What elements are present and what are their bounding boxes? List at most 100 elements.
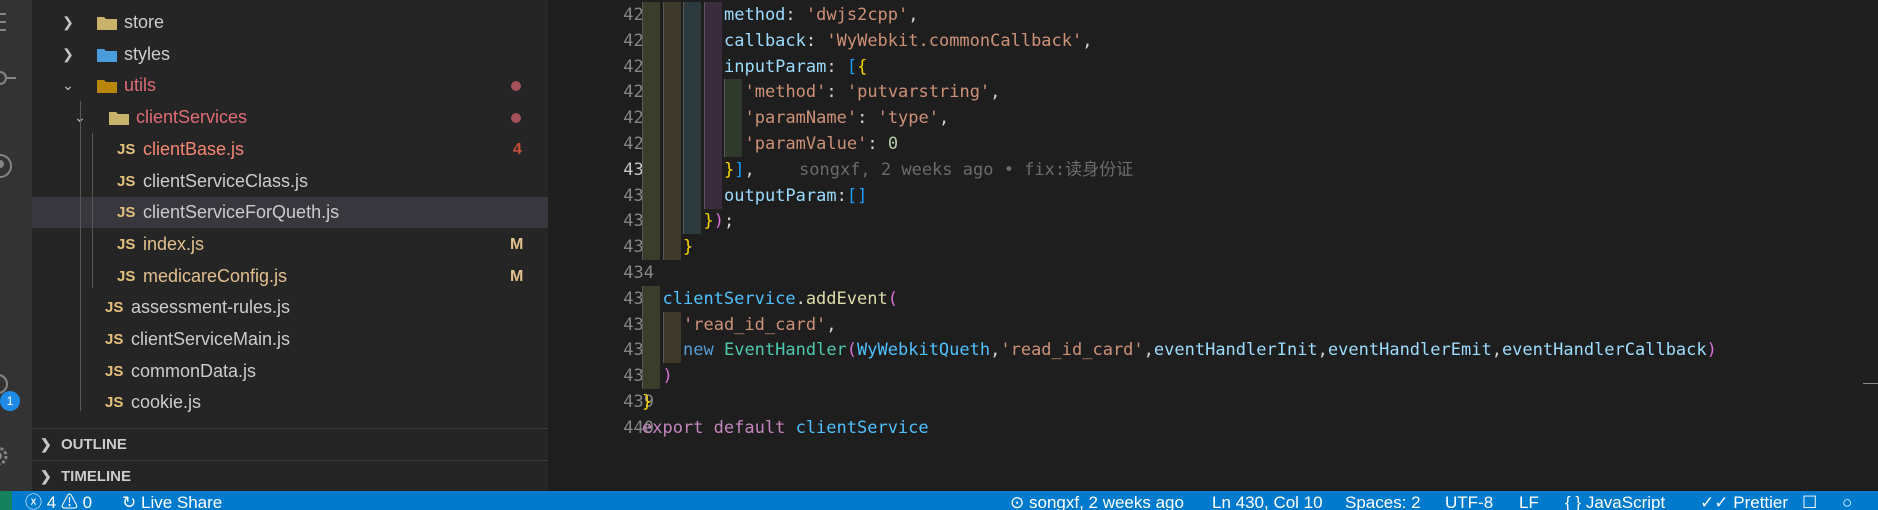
bell-icon[interactable]: ○ — [1842, 491, 1852, 510]
tree-item[interactable]: JS medicareConfig.js M — [32, 261, 548, 292]
chevron-down-icon: ⌄ — [62, 77, 74, 94]
inline-git-blame: songxf, 2 weeks ago • fix:读身份证 — [799, 159, 1134, 180]
tree-item[interactable]: JS assessment-rules.js — [32, 292, 548, 323]
indent-guide — [642, 79, 660, 106]
code-line[interactable]: 428'paramName': 'type', — [548, 105, 1878, 132]
code-content: ) — [663, 363, 673, 389]
formatter-status[interactable]: ✓✓ Prettier — [1700, 491, 1788, 510]
tree-item[interactable]: ❯ store — [32, 7, 548, 38]
tree-item[interactable]: JS cookie.js — [32, 387, 548, 418]
github-icon[interactable] — [0, 148, 22, 184]
syntax-highlighted-code: 'method': 'putvarstring', — [744, 82, 1001, 103]
code-line[interactable]: 432}); — [548, 208, 1878, 235]
indent-guide — [703, 79, 722, 106]
search-icon[interactable] — [0, 6, 22, 42]
tree-item-label: clientServiceClass.js — [143, 170, 309, 191]
outline-panel-header[interactable]: ❯ OUTLINE — [32, 428, 548, 460]
tree-item[interactable]: ⌄ utils — [32, 70, 548, 101]
tree-item[interactable]: JS clientServiceMain.js — [32, 324, 548, 355]
live-share-label: Live Share — [140, 493, 223, 510]
code-line[interactable]: 431 outputParam:[] — [548, 182, 1878, 209]
source-control-icon[interactable] — [0, 60, 22, 96]
live-share-button[interactable]: ↻ Live Share — [122, 491, 222, 510]
indent-guide — [724, 79, 742, 106]
indent-guide — [662, 105, 681, 132]
tree-item-label: store — [124, 12, 165, 32]
code-line[interactable]: 437 new EventHandler(WyWebkitQueth,'read_… — [548, 337, 1878, 364]
timeline-panel-header[interactable]: ❯ TIMELINE — [32, 460, 548, 491]
problems-indicator[interactable]: ⓧ 4 ⚠ 0 — [25, 491, 92, 510]
tree-item[interactable]: JS clientServiceForQueth.js — [32, 197, 548, 229]
code-line[interactable]: 439} — [548, 389, 1878, 415]
indent-guide — [642, 2, 660, 28]
indent-guide — [662, 208, 681, 235]
modified-dot — [511, 81, 521, 92]
tree-item[interactable]: ❯ styles — [32, 39, 548, 70]
code-editor[interactable]: 424 method: 'dwjs2cpp', 425 callback: 'WyWe… — [548, 0, 1878, 491]
feedback-icon[interactable]: ☐ — [1802, 491, 1817, 510]
folder-icon — [97, 48, 117, 62]
indent-guide — [642, 53, 660, 80]
warning-icon: ⚠ — [60, 493, 78, 510]
code-line[interactable]: 434 — [548, 260, 1878, 286]
code-line[interactable]: 427'method': 'putvarstring', — [548, 79, 1878, 106]
encoding-setting[interactable]: UTF-8 — [1445, 491, 1493, 510]
code-content: inputParam: [{ — [724, 54, 867, 80]
code-line[interactable]: 435 clientService.addEvent( — [548, 285, 1878, 312]
code-line[interactable]: 424 method: 'dwjs2cpp', — [548, 2, 1878, 28]
remote-indicator[interactable] — [0, 491, 12, 510]
minimap-slider[interactable] — [1863, 383, 1878, 384]
indent-guide — [662, 156, 681, 183]
code-content: 'method': 'putvarstring', — [745, 79, 1001, 105]
gear-icon[interactable] — [0, 438, 22, 474]
git-blame-status[interactable]: ⊙ songxf, 2 weeks ago — [1010, 491, 1184, 510]
tree-item[interactable]: JS commonData.js — [32, 356, 548, 387]
code-content: } — [683, 234, 693, 260]
code-line[interactable]: 429'paramValue': 0 — [548, 131, 1878, 157]
code-line[interactable]: 430}], songxf, 2 weeks ago • fix:读身份证 — [548, 156, 1878, 183]
code-content: } — [642, 389, 652, 415]
indent-guide — [662, 311, 681, 338]
tree-item-label: clientServiceMain.js — [131, 329, 291, 349]
syntax-highlighted-code: }); — [703, 211, 735, 232]
file-status-badge: M — [510, 235, 524, 253]
code-line[interactable]: 425 callback: 'WyWebkit.commonCallback', — [548, 27, 1878, 54]
outline-label: OUTLINE — [61, 436, 127, 453]
tree-item[interactable]: JS clientBase.js 4 — [32, 134, 548, 165]
git-blame-text: songxf, 2 weeks ago — [1028, 493, 1184, 510]
indent-guide — [642, 311, 660, 338]
javascript-file-icon: JS — [105, 394, 124, 412]
syntax-highlighted-code: ) — [662, 366, 673, 387]
code-content: 'paramName': 'type', — [745, 105, 950, 131]
indent-guide — [724, 105, 742, 132]
code-line[interactable]: 438) — [548, 363, 1878, 390]
tree-item[interactable]: ⌄clientServices — [32, 102, 548, 133]
tree-item[interactable]: JS index.js M — [32, 229, 548, 260]
code-line[interactable]: 436'read_id_card', — [548, 311, 1878, 338]
indent-guide — [683, 53, 701, 80]
code-line[interactable]: 426 inputParam: [{ — [548, 53, 1878, 80]
tree-item[interactable]: JS clientServiceClass.js — [32, 166, 548, 197]
indent-guide — [642, 131, 660, 157]
javascript-file-icon: JS — [117, 235, 136, 253]
accounts-badge: 1 — [0, 391, 20, 411]
indent-guide — [642, 285, 660, 312]
tree-item-label: utils — [124, 75, 157, 96]
indent-guide — [703, 27, 722, 54]
code-content: }], — [724, 157, 755, 183]
code-line[interactable]: 433} — [548, 234, 1878, 261]
chevron-right-icon: ❯ — [62, 45, 74, 62]
cursor-position[interactable]: Ln 430, Col 10 — [1212, 491, 1323, 510]
eol-setting[interactable]: LF — [1519, 491, 1539, 510]
syntax-highlighted-code: clientService.addEvent( — [662, 288, 898, 309]
tree-item-label: assessment-rules.js — [131, 297, 291, 318]
indentation-setting[interactable]: Spaces: 2 — [1345, 491, 1421, 510]
tree-item-label: index.js — [143, 233, 205, 254]
javascript-file-icon: JS — [105, 299, 124, 317]
code-line[interactable]: 440 export default clientService — [548, 415, 1878, 441]
tree-item-label: clientServiceForQueth.js — [143, 202, 340, 223]
tree-item-label: clientServices — [136, 107, 248, 128]
chevron-right-icon: ❯ — [40, 436, 52, 452]
line-number: 434 — [623, 263, 654, 283]
language-mode[interactable]: { } JavaScript — [1565, 491, 1665, 510]
